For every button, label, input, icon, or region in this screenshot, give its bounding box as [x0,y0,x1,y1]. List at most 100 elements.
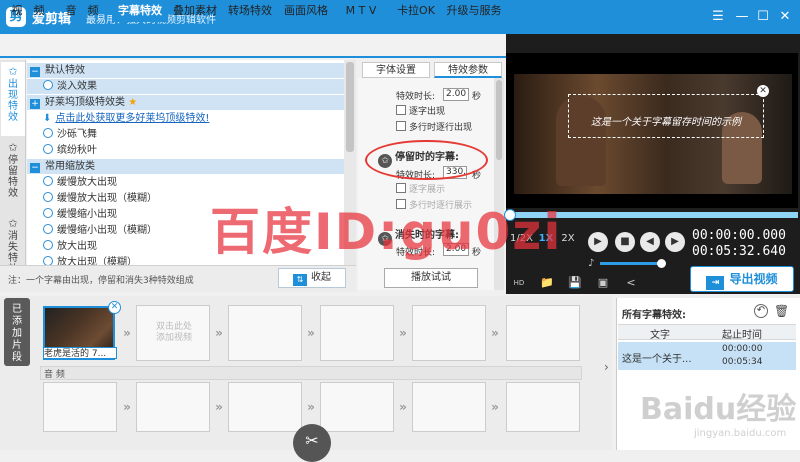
maximize-icon[interactable]: ☐ [753,7,773,27]
tab-picture-style[interactable]: 画面风格 [280,0,332,22]
export-button-label: 导出视频 [729,272,778,286]
effect-item-label: 放大出现（模糊） [57,257,137,265]
checkbox[interactable] [396,121,406,131]
effect-item[interactable]: 缓慢放大出现（模糊） [27,191,157,206]
folder-icon[interactable]: 📁 [540,276,554,290]
checkbox[interactable] [396,105,406,115]
radio-icon [43,224,53,234]
stop-button[interactable]: ■ [615,232,635,252]
slot-arrow-icon: » [215,326,223,340]
effect-item-label: 缓慢放大出现（模糊） [57,193,157,204]
slot-arrow-icon: » [123,400,131,414]
collapse-icon[interactable]: − [30,163,40,173]
effect-item-label: 缤纷秋叶 [57,145,97,156]
empty-clip-slot[interactable] [320,305,394,361]
empty-clip-slot[interactable] [506,305,580,361]
baidu-watermark: Baidu经验 [640,392,797,427]
hd-icon[interactable]: HD [512,276,526,290]
screenshot-icon[interactable]: ▣ [596,276,610,290]
next-frame-button[interactable]: ▶ [665,232,685,252]
hollywood-link-text[interactable]: 点击此处获取更多好莱坞顶级特效! [55,113,209,124]
tab-subtitle-effects[interactable]: 字幕特效 [112,0,168,22]
preview-effect-button[interactable]: 播放试试 [384,268,478,288]
slot-arrow-icon: » [215,400,223,414]
subtitle-close-icon[interactable]: ✕ [757,85,769,97]
effects-scrollbar-thumb[interactable] [346,62,354,152]
tab-transition[interactable]: 转场特效 [224,0,276,22]
effect-item-fade-in[interactable]: 淡入效果 [27,79,344,94]
menu-icon[interactable]: ☰ [708,7,728,27]
effect-item[interactable]: 缓慢缩小出现（模糊） [27,223,157,238]
audio-slot[interactable] [320,382,394,432]
sidenav-appear[interactable]: ✩ 出现特效 [1,62,25,136]
added-clips-tab[interactable]: 已添加片段 [4,298,30,366]
effect-item[interactable]: 缤纷秋叶 [27,143,97,158]
minimize-icon[interactable]: — [732,7,752,27]
tab-upgrade[interactable]: 升级与服务 [444,0,504,22]
play-button[interactable]: ▶ [588,232,608,252]
effects-note: 注：一个字幕由出现，停留和消失3种特效组成 [8,276,194,286]
effect-item[interactable]: 沙砾飞舞 [27,127,97,142]
slot-arrow-icon: » [307,326,315,340]
group-default[interactable]: − 默认特效 [27,63,344,78]
trash-icon[interactable]: 🗑 [774,304,789,318]
star-icon: ★ [128,97,138,108]
props-scrollbar-thumb[interactable] [496,80,502,160]
scissors-icon[interactable]: ✂ [293,424,331,462]
tab-video[interactable]: 视 频 [2,0,54,22]
tab-audio[interactable]: 音 频 [56,0,108,22]
unit-label: 秒 [472,92,482,102]
tab-overlay[interactable]: 叠加素材 [170,0,220,22]
sidenav-appear-label: 出现特效 [8,79,18,123]
save-icon[interactable]: 💾 [568,276,582,290]
share-icon[interactable]: < [624,276,638,290]
effect-item[interactable]: 放大出现 [27,239,97,254]
appear-opt2[interactable]: 多行时逐行出现 [396,120,472,133]
audio-slot[interactable] [43,382,117,432]
audio-slot[interactable] [228,382,302,432]
export-video-button[interactable]: ⇥ 导出视频 [690,266,794,292]
collapse-icon: ⇅ [293,274,307,286]
hollywood-link[interactable]: ⬇ 点击此处获取更多好莱坞顶级特效! [27,111,209,126]
appear-duration-input[interactable]: 2.00 [443,88,469,101]
tab-effect-params[interactable]: 特效参数 [434,62,502,78]
tab-karaoke[interactable]: 卡拉OK [390,0,442,22]
added-clips-label: 已添加片段 [12,304,22,363]
group-zoom[interactable]: − 常用缩放类 [27,159,344,174]
add-video-hint: 双击此处添加视频 [155,322,192,343]
volume-icon[interactable]: ♪ [588,258,594,269]
volume-handle[interactable] [657,259,666,268]
effect-item[interactable]: 缓慢缩小出现 [27,207,117,222]
group-hollywood[interactable]: + 好莱坞顶级特效类 ★ [27,95,344,110]
sidenav-stay[interactable]: ✩ 停留特效 [1,138,25,212]
empty-clip-slot[interactable] [412,305,486,361]
collapse-icon[interactable]: − [30,67,40,77]
effect-item[interactable]: 缓慢放大出现 [27,175,117,190]
volume-slider[interactable] [600,262,663,265]
tab-font-settings[interactable]: 字体设置 [362,62,430,78]
star-icon: ✩ [8,65,18,78]
sidenav-stay-label: 停留特效 [8,155,18,199]
effect-item-label: 沙砾飞舞 [57,129,97,140]
appear-opt1[interactable]: 逐字出现 [396,104,445,117]
expand-icon[interactable]: + [30,99,40,109]
tab-mtv[interactable]: M T V [336,0,386,22]
group-label: 常用缩放类 [45,161,95,172]
collapse-button-label: 收起 [311,272,331,283]
undo-icon[interactable]: ↶ [754,304,768,318]
slot-arrow-icon: » [399,400,407,414]
collapse-panel-icon[interactable]: › [604,360,614,378]
audio-slot[interactable] [506,382,580,432]
effect-item[interactable]: 放大出现（模糊） [27,255,137,265]
prev-frame-button[interactable]: ◀ [640,232,660,252]
radio-icon [43,144,53,154]
close-icon[interactable]: ✕ [775,7,795,27]
empty-clip-slot[interactable] [228,305,302,361]
subtitle-row-text: 这是一个关于... [622,354,692,365]
audio-slot[interactable] [136,382,210,432]
audio-slot[interactable] [412,382,486,432]
collapse-button[interactable]: ⇅ 收起 [278,268,346,288]
subtitle-row-start: 00:00:00 [722,344,763,354]
remove-clip-icon[interactable]: ✕ [108,301,121,314]
download-icon: ⬇ [43,113,52,124]
